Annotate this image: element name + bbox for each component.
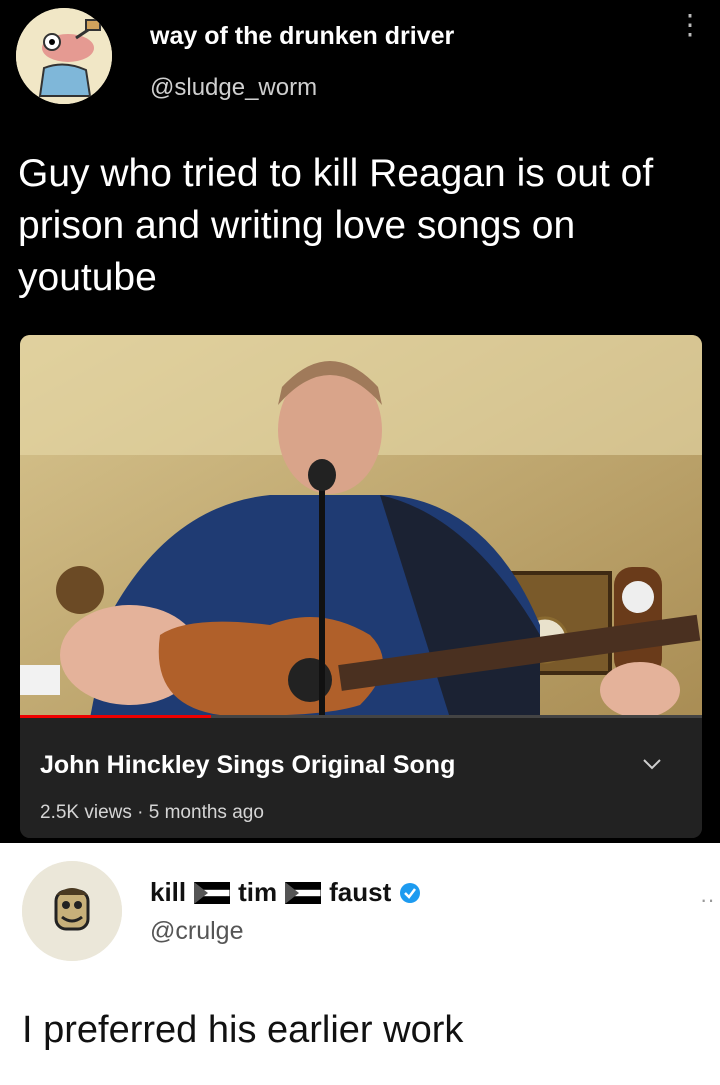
video-thumbnail[interactable] [20,335,702,718]
cartoon-avatar-icon [16,8,112,104]
name-part: faust [329,877,392,907]
palestine-flag-icon [285,881,322,904]
display-name[interactable]: way of the drunken driver [150,22,454,51]
reply-text: I preferred his earlier work [22,1009,464,1051]
video-info: John Hinckley Sings Original Song 2.5K v… [20,718,702,838]
tweet-text: Guy who tried to kill Reagan is out of p… [18,152,654,299]
palestine-flag-icon [194,881,231,904]
display-name[interactable]: kill tim faust [150,877,421,908]
user-handle[interactable]: @sludge_worm [150,74,317,102]
vertical-dots-icon[interactable]: ⋮ [676,11,704,39]
video-views-date: 2.5K views · 5 months ago [40,802,264,823]
original-tweet: way of the drunken driver @sludge_worm ⋮… [0,0,720,843]
verified-badge-icon [400,882,421,903]
video-title[interactable]: John Hinckley Sings Original Song [40,751,455,780]
cartoon-face-avatar-icon [22,861,122,961]
avatar[interactable] [22,861,122,961]
name-part: kill [150,877,187,907]
reply-tweet: kill tim faust @crulge ·· I preferred hi… [0,843,720,1085]
chevron-down-icon[interactable] [640,752,664,776]
name-part: tim [238,877,278,907]
video-card[interactable]: John Hinckley Sings Original Song 2.5K v… [20,335,702,838]
user-handle[interactable]: @crulge [150,917,243,946]
avatar[interactable] [16,8,112,104]
more-options-icon[interactable]: ·· [700,887,715,913]
